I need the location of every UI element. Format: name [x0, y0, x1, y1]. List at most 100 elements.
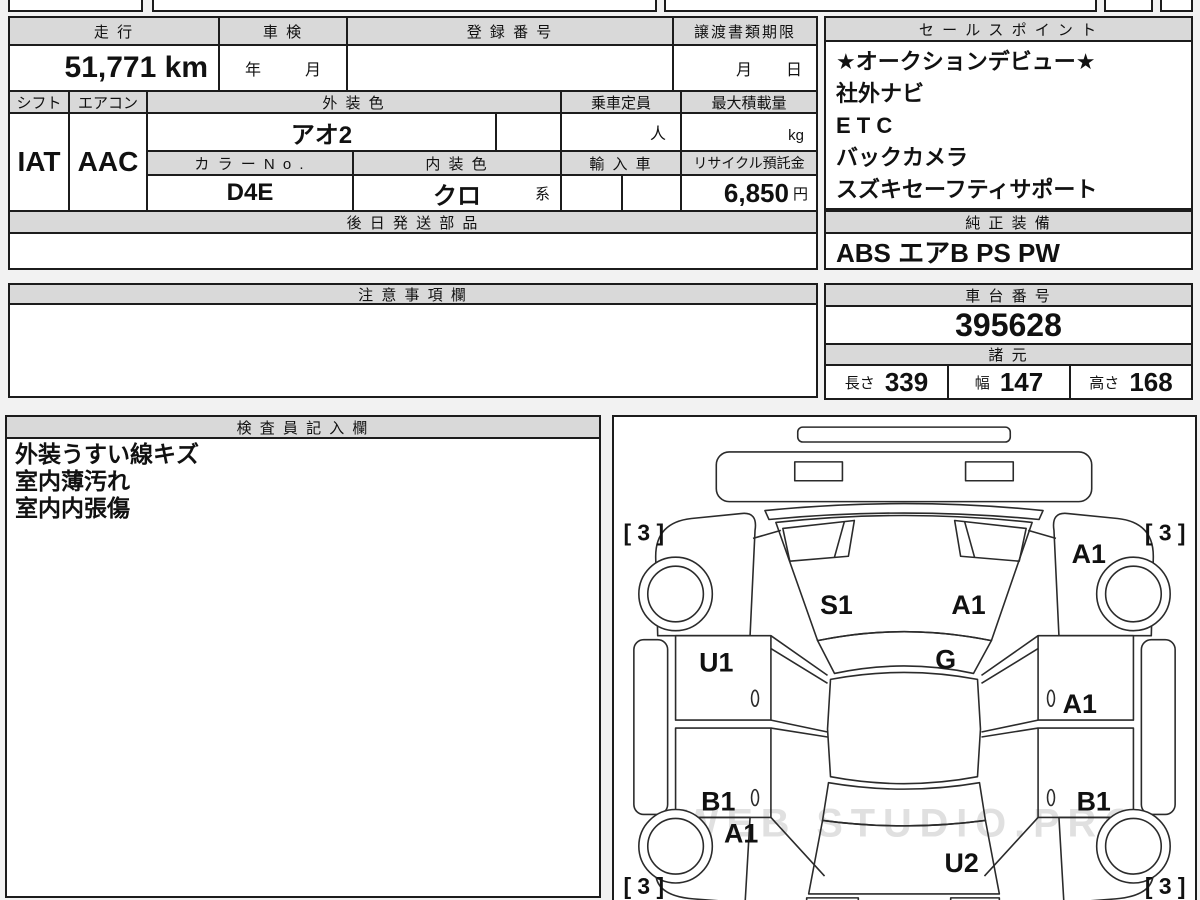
registration-value-cell: [346, 44, 674, 92]
color-no-header-cell: カ ラ ー N o .: [146, 150, 354, 176]
front-bumper-inset-left: [795, 462, 843, 481]
wiper-vent-left-divider: [834, 521, 844, 557]
tire-mark-rear-right: [ 3 ]: [1145, 873, 1186, 899]
sales-point-item: E T C: [836, 110, 892, 142]
capacity-unit-label: 人: [650, 120, 666, 144]
door-handle: [752, 690, 759, 706]
front-left-wheel: [639, 557, 712, 630]
sales-points-body: ★オークションデビュー★ 社外ナビ E T C バックカメラ スズキセーフティサ…: [824, 40, 1193, 210]
clipped-top-cell: [664, 0, 1097, 12]
color-no-value-cell: D4E: [146, 174, 354, 212]
damage-code-front-right-door: A1: [1063, 689, 1097, 719]
chassis-number-header: 車 台 番 号: [824, 283, 1193, 307]
spec-length-label: 長さ: [845, 372, 875, 393]
front-bumper-inset-right: [966, 462, 1014, 481]
damage-code-cowl: G: [935, 644, 956, 674]
car-diagram-box: WEB STUDIO.PRO: [612, 415, 1197, 900]
interior-color-header-cell: 内 装 色: [352, 150, 562, 176]
shift-header-cell: シフト: [8, 90, 70, 114]
inspector-header: 検 査 員 記 入 欄: [5, 415, 601, 439]
import-value-cell-2: [621, 174, 682, 212]
shaken-header-cell: 車 検: [218, 16, 348, 46]
later-parts-value-cell: [8, 232, 818, 270]
damage-code-rear-left-fender: A1: [724, 818, 758, 848]
max-load-value-cell: kg: [680, 112, 818, 152]
shift-value-cell: IAT: [8, 112, 70, 212]
spec-width-cell: 幅 147: [947, 364, 1071, 400]
shaken-value-cell: 年 月: [218, 44, 348, 92]
genuine-equipment-header: 純 正 装 備: [824, 210, 1193, 234]
interior-color-label: クロ: [433, 176, 481, 211]
recycle-deposit-header-cell: リサイクル預託金: [680, 150, 818, 176]
transfer-deadline-header-cell: 譲渡書類期限: [672, 16, 818, 46]
clipped-top-cell: [1104, 0, 1153, 12]
sales-point-item: スズキセーフティサポート: [836, 174, 1097, 206]
import-value-cell-1: [560, 174, 623, 212]
transfer-day-label: 日: [786, 56, 802, 80]
mid-fold-lines: [771, 720, 1038, 737]
interior-color-suffix: 系: [535, 183, 550, 204]
shaken-year-label: 年: [245, 56, 261, 80]
tire-mark-front-left: [ 3 ]: [623, 519, 664, 545]
shaken-month-label: 月: [305, 56, 321, 80]
damage-code-rear-gate: U2: [944, 848, 978, 878]
mileage-header-cell: 走 行: [8, 16, 220, 46]
tire-mark-rear-left: [ 3 ]: [623, 873, 664, 899]
cowl-band: [765, 504, 1043, 520]
capacity-value-cell: 人: [560, 112, 682, 152]
damage-code-rear-right-door: B1: [1077, 786, 1111, 816]
transfer-month-label: 月: [736, 56, 752, 80]
wiper-vent-right-divider: [965, 521, 975, 557]
registration-header-cell: 登 録 番 号: [346, 16, 674, 46]
caution-header: 注 意 事 項 欄: [8, 283, 818, 305]
damage-code-front-right-fender: A1: [1072, 539, 1106, 569]
inspector-note-line: 室内薄汚れ: [15, 468, 130, 495]
clipped-top-cell: [8, 0, 143, 12]
front-license-strip: [798, 427, 1011, 442]
mileage-value-cell: 51,771 km: [8, 44, 220, 92]
recycle-deposit-value: 6,850: [724, 178, 789, 209]
recycle-deposit-value-cell: 6,850 円: [680, 174, 818, 212]
import-header-cell: 輸 入 車: [560, 150, 682, 176]
front-bumper: [716, 452, 1091, 502]
damage-code-front-left-door: U1: [699, 647, 733, 677]
spec-length-cell: 長さ 339: [824, 364, 949, 400]
aircon-header-cell: エアコン: [68, 90, 148, 114]
door-handle: [1048, 690, 1055, 706]
tire-mark-front-right: [ 3 ]: [1145, 519, 1186, 545]
exterior-color-value-cell: アオ2: [146, 112, 497, 152]
spec-height-cell: 高さ 168: [1069, 364, 1193, 400]
damage-code-rear-left-door: B1: [701, 786, 735, 816]
spec-height-value: 168: [1129, 367, 1172, 398]
left-sill: [634, 640, 668, 815]
later-parts-header-cell: 後 日 発 送 部 品: [8, 210, 818, 234]
inspector-note-line: 外装うすい線キズ: [15, 441, 199, 468]
spec-width-value: 147: [1000, 367, 1043, 398]
auction-sheet: 走 行 車 検 登 録 番 号 譲渡書類期限 51,771 km 年 月 月 日…: [0, 0, 1200, 900]
transfer-deadline-value-cell: 月 日: [672, 44, 818, 92]
right-sill: [1141, 640, 1175, 815]
damage-code-windshield-left: S1: [820, 590, 853, 620]
spec-length-value: 339: [885, 367, 928, 398]
capacity-header-cell: 乗車定員: [560, 90, 682, 114]
a-pillar-lines: [753, 530, 1056, 538]
max-load-unit-label: kg: [788, 127, 804, 144]
recycle-deposit-unit: 円: [793, 183, 808, 204]
inspector-note-line: 室内内張傷: [15, 495, 130, 522]
caution-body: [8, 303, 818, 398]
chassis-number-value: 395628: [824, 305, 1193, 345]
aircon-value-cell: AAC: [68, 112, 148, 212]
genuine-equipment-value: ABS エアB PS PW: [824, 232, 1193, 270]
front-right-wheel: [1097, 557, 1170, 630]
max-load-header-cell: 最大積載量: [680, 90, 818, 114]
damage-code-windshield-right: A1: [951, 590, 985, 620]
inspector-notes: 外装うすい線キズ 室内薄汚れ 室内内張傷: [5, 437, 601, 898]
clipped-top-cell: [152, 0, 657, 12]
sales-points-header: セ ー ル ス ポ イ ン ト: [824, 16, 1193, 42]
exterior-color-sub-cell: [495, 112, 562, 152]
roof: [828, 672, 981, 783]
exterior-color-header-cell: 外 装 色: [146, 90, 562, 114]
sales-point-item: 社外ナビ: [836, 78, 924, 110]
specs-header: 諸 元: [824, 343, 1193, 366]
windshield: [776, 516, 1032, 641]
